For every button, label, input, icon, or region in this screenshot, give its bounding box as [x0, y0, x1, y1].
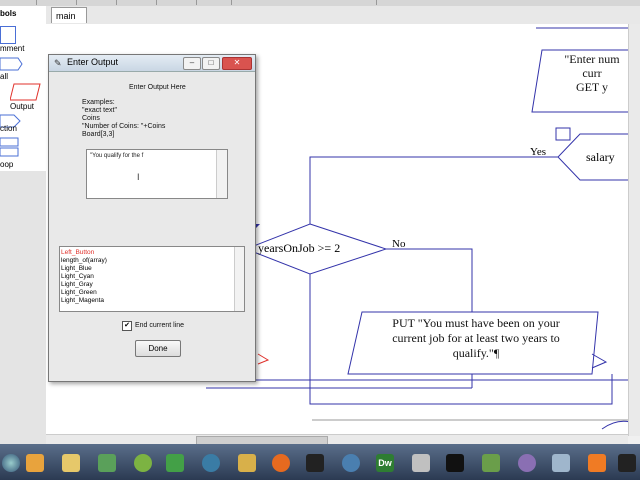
output-text-line: PUT "You must have been on your	[392, 316, 560, 330]
xampp-icon[interactable]	[588, 454, 606, 472]
output-text-line: current job for at least two years to	[392, 331, 560, 345]
no-flowline	[386, 248, 473, 312]
media-player-icon[interactable]	[26, 454, 44, 472]
output-symbol[interactable]	[10, 82, 42, 102]
examples-line: Board[3,3]	[82, 131, 115, 138]
output-symbol-label: Output	[10, 102, 35, 111]
list-item[interactable]: Light_Blue	[61, 265, 92, 273]
salary-label: salary	[586, 150, 615, 164]
input-text-line: GET y	[575, 80, 609, 94]
frog-icon[interactable]	[166, 454, 184, 472]
call-symbol[interactable]	[0, 56, 24, 72]
decision-text: yearsOnJob >= 2	[258, 241, 341, 255]
maximize-button[interactable]: □	[202, 57, 220, 70]
firefox-icon[interactable]	[272, 454, 290, 472]
text-area-scrollbar[interactable]	[216, 150, 227, 198]
chat-icon[interactable]	[98, 454, 116, 472]
no-label: No	[392, 238, 406, 250]
end-current-line-checkbox[interactable]: ✔	[122, 321, 132, 331]
small-connector-box	[555, 127, 571, 141]
yes-label: Yes	[530, 146, 547, 158]
taskbar: Dw	[0, 444, 640, 480]
java-icon[interactable]	[412, 454, 430, 472]
input-box-text: "Enter num curr GET y	[552, 52, 630, 94]
dialog-heading: Enter Output Here	[129, 84, 186, 91]
tab-main[interactable]: main	[51, 7, 87, 23]
end-current-line-label: End current line	[135, 322, 185, 329]
done-button[interactable]: Done	[135, 340, 181, 357]
list-item[interactable]: Light_Magenta	[61, 297, 104, 305]
comment-symbol-label: mment	[0, 44, 25, 53]
yes-flowline	[309, 156, 558, 224]
suggestion-listbox[interactable]: Left_Button length_of(array) Light_Blue …	[59, 246, 245, 312]
examples-line: Examples:	[82, 99, 115, 106]
dark-app-icon[interactable]	[618, 454, 636, 472]
list-item[interactable]: Light_Green	[61, 289, 97, 297]
output-box-text: PUT "You must have been on your current …	[358, 316, 594, 361]
minimize-button[interactable]: –	[183, 57, 201, 70]
selection-symbol-label: ction	[0, 124, 17, 133]
dialog-titlebar[interactable]: ✎ Enter Output – □ ✕	[49, 55, 255, 72]
arrow-icon	[257, 353, 270, 365]
symbols-heading: bols	[0, 9, 17, 18]
partial-shape	[601, 420, 630, 430]
globe-icon[interactable]	[342, 454, 360, 472]
call-symbol-label: all	[0, 72, 9, 81]
vertical-scrollbar[interactable]	[628, 24, 640, 436]
toolbar-button[interactable]	[215, 0, 232, 5]
toolbar-button[interactable]	[20, 0, 37, 5]
firefox-alt-icon[interactable]	[134, 454, 152, 472]
cursor-tool-icon[interactable]	[306, 454, 324, 472]
dreamweaver-icon[interactable]: Dw	[376, 454, 394, 472]
tab-strip: main	[46, 6, 640, 25]
examples-line: Coins	[82, 115, 100, 122]
list-item[interactable]: Left_Button	[61, 249, 94, 257]
output-text-area[interactable]: "You qualify for the f I	[86, 149, 228, 199]
output-text-value: "You qualify for the f	[90, 153, 144, 159]
network-icon[interactable]	[202, 454, 220, 472]
input-text-line: "Enter num	[564, 52, 620, 66]
list-item[interactable]: Light_Cyan	[61, 273, 94, 281]
paint-icon[interactable]	[238, 454, 256, 472]
examples-text: Examples: "exact text" Coins "Number of …	[82, 99, 165, 139]
toolbar-button[interactable]	[140, 0, 157, 5]
list-item[interactable]: length_of(array)	[61, 257, 107, 265]
examples-line: "Number of Coins: "+Coins	[82, 123, 166, 130]
spreadsheet-icon[interactable]	[482, 454, 500, 472]
cube-icon[interactable]	[552, 454, 570, 472]
loop-symbol-label: oop	[0, 160, 14, 169]
start-orb-icon[interactable]	[2, 454, 20, 472]
comment-symbol[interactable]	[0, 26, 16, 44]
list-item[interactable]: Light_Gray	[61, 281, 93, 289]
enter-output-dialog: ✎ Enter Output – □ ✕ Enter Output Here E…	[48, 54, 256, 382]
left-panel-empty	[0, 171, 46, 444]
feather-app-icon: ✎	[54, 58, 62, 68]
terminal-icon[interactable]	[446, 454, 464, 472]
symbols-panel: bols mment all Output ction oop	[0, 6, 47, 171]
toolbar-button[interactable]	[360, 0, 377, 5]
toolbar-button[interactable]	[60, 0, 77, 5]
circle-app-icon[interactable]	[518, 454, 536, 472]
dialog-title: Enter Output	[67, 57, 119, 67]
toolbar-button[interactable]	[180, 0, 197, 5]
text-cursor-icon: I	[137, 172, 140, 182]
output-text-line: qualify."¶	[452, 346, 500, 360]
folder-icon[interactable]	[62, 454, 80, 472]
loop-symbol[interactable]	[0, 136, 24, 158]
examples-line: "exact text"	[82, 107, 117, 114]
close-button[interactable]: ✕	[222, 57, 252, 70]
toolbar-button[interactable]	[100, 0, 117, 5]
listbox-scrollbar[interactable]	[234, 247, 244, 311]
input-text-line: curr	[582, 66, 602, 80]
